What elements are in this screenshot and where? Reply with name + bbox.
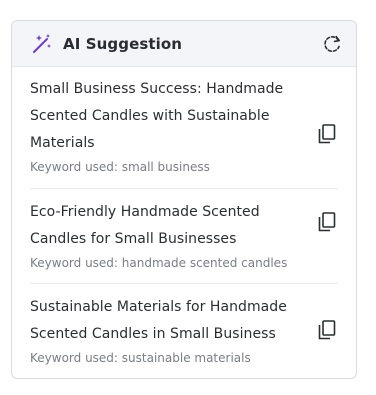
- suggestion-title: Eco-Friendly Handmade Scented Candles fo…: [30, 204, 260, 247]
- suggestion-title: Small Business Success: Handmade Scented…: [30, 81, 284, 151]
- panel-title: AI Suggestion: [63, 34, 183, 53]
- suggestion-list: Small Business Success: Handmade Scented…: [12, 67, 356, 378]
- list-item: Sustainable Materials for Handmade Scent…: [30, 284, 338, 378]
- suggestion-title: Sustainable Materials for Handmade Scent…: [30, 299, 287, 342]
- keyword-used: Keyword used: small business: [30, 160, 210, 174]
- keyword-used: Keyword used: handmade scented candles: [30, 256, 288, 270]
- ai-suggestion-panel: AI Suggestion Small Business Success: Ha…: [11, 20, 357, 379]
- copy-button[interactable]: [316, 211, 338, 233]
- list-item: Eco-Friendly Handmade Scented Candles fo…: [30, 189, 338, 284]
- copy-icon: [318, 124, 336, 144]
- copy-button[interactable]: [316, 123, 338, 145]
- keyword-used: Keyword used: sustainable materials: [30, 351, 251, 365]
- copy-button[interactable]: [316, 319, 338, 341]
- list-item: Small Business Success: Handmade Scented…: [30, 67, 338, 189]
- refresh-button[interactable]: [320, 32, 344, 56]
- copy-icon: [318, 320, 336, 340]
- refresh-icon: [324, 35, 340, 52]
- panel-header: AI Suggestion: [12, 21, 356, 67]
- magic-wand-icon: [31, 33, 53, 55]
- copy-icon: [318, 212, 336, 232]
